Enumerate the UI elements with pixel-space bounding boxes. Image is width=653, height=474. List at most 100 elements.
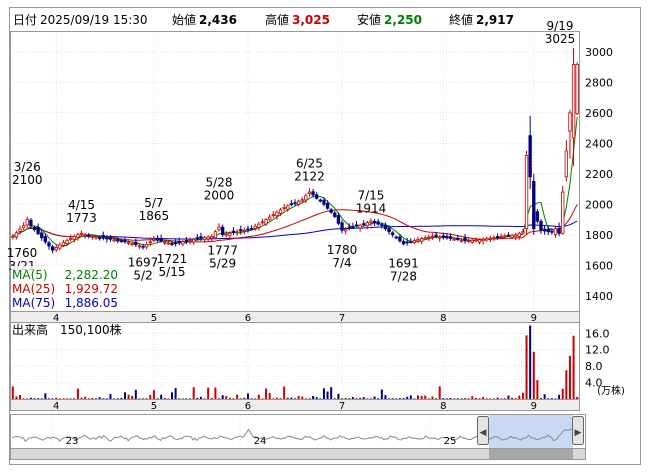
candle-body (351, 225, 355, 228)
volume-bar (163, 397, 166, 399)
candle-body (278, 209, 283, 214)
candle-body (412, 240, 417, 243)
candle-body (524, 155, 529, 230)
candle-body (119, 240, 124, 243)
volume-bar (485, 398, 488, 399)
volume-bar (138, 398, 141, 399)
volume-bar (62, 398, 65, 399)
volume-bar (337, 393, 340, 399)
volume-bar (489, 398, 492, 399)
candle-body (282, 206, 286, 209)
candle-body (25, 219, 29, 226)
volume-bar (243, 397, 246, 399)
candle-body (448, 236, 453, 239)
volume-bar (398, 398, 401, 399)
volume-bar (290, 397, 293, 399)
candle-body (271, 214, 275, 217)
candle-body (97, 237, 102, 239)
navigator-right-handle[interactable]: ▶ (572, 416, 584, 445)
candle-body (553, 228, 558, 236)
candle-body (474, 239, 478, 242)
candle-body (268, 216, 272, 220)
legend-ma75-label: MA(75) (12, 296, 55, 310)
volume-bar (207, 387, 210, 399)
candle-body (528, 135, 532, 178)
candle-body (148, 241, 152, 244)
volume-bar (467, 398, 470, 399)
volume-bar (84, 396, 87, 399)
navigator-scrollbar-thumb[interactable] (489, 449, 573, 459)
volume-bar (518, 395, 521, 399)
navigator-left-handle[interactable]: ◀ (477, 416, 489, 445)
candle-body (456, 237, 460, 241)
candle-body (249, 228, 254, 230)
volume-bar (341, 398, 344, 399)
volume-bar (268, 393, 271, 399)
volume-bar (380, 389, 383, 399)
navigator-selection[interactable] (489, 415, 573, 448)
volume-y-tick: 16.0 (585, 327, 610, 340)
annotation-price: 1773 (66, 211, 97, 225)
navigator-right-arrow-icon[interactable]: ▶ (575, 428, 582, 438)
annotation-date: 7/15 (357, 188, 384, 202)
volume-bar (431, 396, 434, 399)
candle-body (177, 240, 181, 243)
volume-bar (445, 398, 448, 399)
candle-body (134, 241, 138, 246)
volume-bar (507, 395, 510, 399)
candle-body (571, 64, 576, 139)
volume-bar (275, 397, 278, 399)
candle-body (532, 181, 536, 230)
annotation-date: 5/28 (206, 175, 233, 189)
candle-body (300, 199, 304, 202)
volume-bar (26, 398, 29, 399)
volume-bar (181, 398, 184, 399)
annotation-price: 1914 (356, 201, 387, 215)
volume-bar (478, 398, 481, 399)
candle-body (463, 237, 467, 242)
volume-bar (377, 398, 380, 399)
candle-body (69, 237, 73, 240)
candle-body (170, 243, 174, 245)
annotation-price: 2100 (12, 173, 43, 187)
annotation-price: 1721 (157, 252, 188, 266)
annotation-price: 1691 (388, 256, 419, 270)
candle-body (108, 237, 113, 240)
candle-body (333, 212, 337, 217)
volume-bar (51, 398, 54, 399)
candle-body (322, 199, 326, 205)
navigator-left-arrow-icon[interactable]: ◀ (480, 428, 487, 438)
volume-bar (558, 394, 561, 399)
candle-body (29, 219, 33, 227)
annotation-date: 5/29 (209, 256, 236, 270)
annotation-price: 2000 (204, 188, 235, 202)
candle-body (94, 236, 98, 239)
candle-body (441, 235, 445, 238)
candle-body (347, 226, 351, 229)
candle-body (372, 221, 377, 223)
volume-bar (532, 351, 535, 399)
volume-bar (123, 392, 126, 399)
volume-bar (384, 395, 387, 399)
candle-body (423, 237, 427, 240)
candle-body (11, 235, 15, 238)
candle-body (239, 229, 243, 232)
volume-bar (344, 397, 347, 399)
volume-bar (58, 398, 61, 399)
candle-body (257, 223, 261, 228)
volume-bar (272, 398, 275, 399)
candle-body (506, 234, 511, 237)
volume-bar (514, 398, 517, 399)
volume-bar (254, 398, 257, 399)
volume-y-tick: 12.0 (585, 344, 610, 357)
volume-bar (199, 396, 202, 399)
ma-legend: MA(5) 2,282.20 MA(25) 1,929.72 MA(75) 1,… (11, 266, 121, 310)
volume-month-tick-label: 7 (339, 401, 345, 412)
candle-body (61, 241, 66, 246)
annotation-date: 5/2 (133, 268, 152, 282)
volume-bar (568, 355, 571, 399)
volume-bar (369, 398, 372, 399)
header-date-value: 2025/09/19 15:30 (40, 13, 148, 27)
candle-body (318, 199, 322, 202)
volume-bar (496, 397, 499, 399)
